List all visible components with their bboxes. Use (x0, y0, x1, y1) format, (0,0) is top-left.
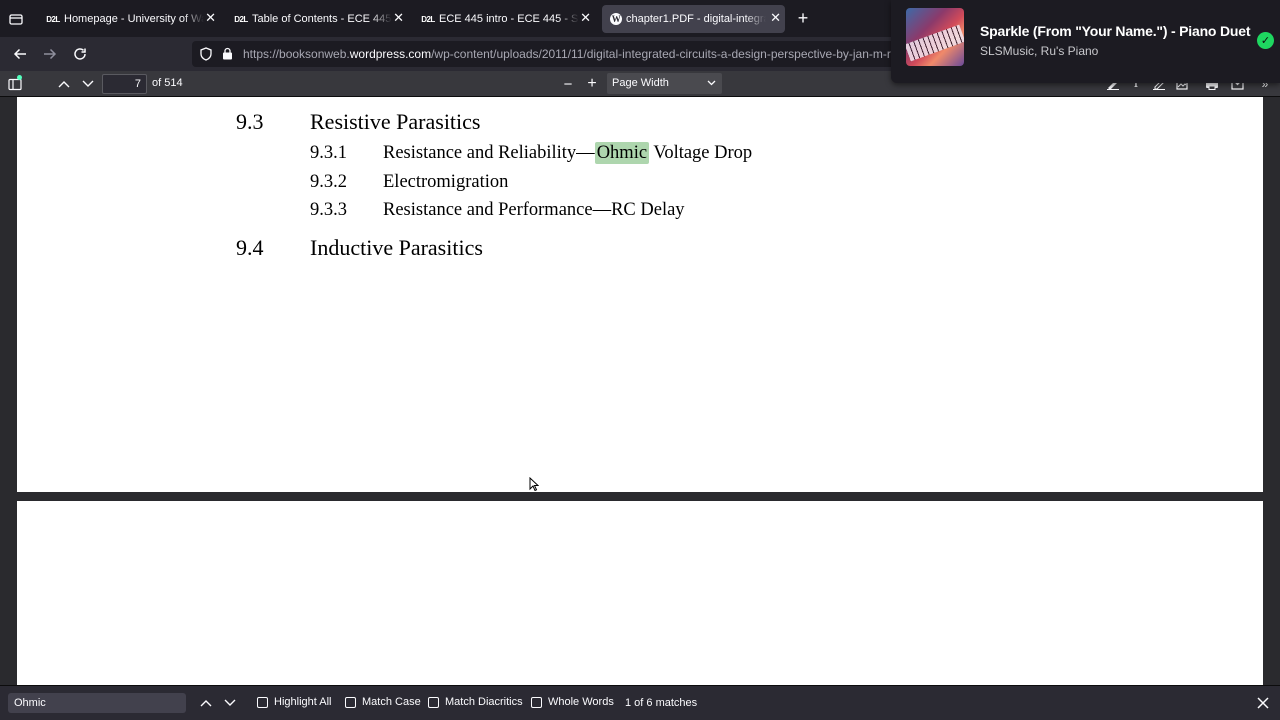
checkbox-box (428, 696, 439, 708)
checkbox-label: Highlight All (274, 696, 332, 708)
close-find-bar-icon[interactable] (1253, 693, 1273, 713)
address-bar[interactable]: https://booksonweb.wordpress.com/wp-cont… (192, 41, 912, 67)
url-host: wordpress.com (349, 47, 432, 61)
find-next-icon[interactable] (220, 693, 240, 713)
toc-title-before: Resistance and Reliability— (383, 143, 595, 163)
song-title: Sparkle (From "Your Name.") - Piano Duet (980, 23, 1251, 39)
close-tab-icon[interactable]: ✕ (205, 11, 216, 25)
toc-subsection-number: 9.3.1 (310, 143, 347, 163)
url-text[interactable]: https://booksonweb.wordpress.com/wp-cont… (243, 47, 903, 61)
next-page-icon[interactable] (78, 74, 98, 94)
tab-ece445-intro[interactable]: D2L ECE 445 intro - ECE 445 - Spring ✕ (413, 5, 595, 33)
forward-arrow-icon[interactable] (40, 44, 60, 64)
page-count: of 514 (152, 77, 183, 89)
zoom-select[interactable]: Page Width (607, 73, 722, 94)
pdf-page-7: 9.3 Resistive Parasitics 9.3.1 Resistanc… (17, 97, 1263, 492)
toc-subsection-title: Resistance and Performance—RC Delay (383, 200, 685, 220)
chevron-down-icon (707, 73, 716, 94)
back-arrow-icon[interactable] (10, 44, 30, 64)
tab-title: Table of Contents - ECE 445 - Spring (252, 13, 392, 25)
tab-title: ECE 445 intro - ECE 445 - Spring (439, 13, 579, 25)
album-art (906, 8, 964, 66)
checkbox-label: Match Diacritics (445, 696, 523, 708)
d2l-favicon-icon: D2L (234, 14, 248, 24)
close-tab-icon[interactable]: ✕ (580, 11, 591, 25)
d2l-favicon-icon: D2L (46, 14, 60, 24)
tab-list-icon[interactable] (6, 9, 26, 29)
notification-dot-icon (17, 75, 22, 80)
tracking-shield-icon[interactable] (200, 47, 212, 66)
find-previous-icon[interactable] (196, 693, 216, 713)
zoom-in-icon[interactable]: + (582, 74, 602, 94)
song-artist: SLSMusic, Ru's Piano (980, 44, 1099, 58)
checkbox-label: Whole Words (548, 696, 614, 708)
sidebar-toggle-icon[interactable] (5, 74, 25, 94)
tab-table-of-contents[interactable]: D2L Table of Contents - ECE 445 - Spring… (226, 5, 408, 33)
previous-page-icon[interactable] (54, 74, 74, 94)
checkbox-box (531, 696, 542, 708)
close-tab-icon[interactable]: ✕ (393, 11, 404, 25)
zoom-value: Page Width (612, 77, 669, 89)
new-tab-icon[interactable]: + (793, 8, 813, 28)
toc-section-title: Resistive Parasitics (310, 109, 481, 134)
check-icon: ✓ (1257, 32, 1274, 49)
find-input[interactable]: Ohmic (8, 693, 186, 713)
url-path: /wp-content/uploads/2011/11/digital-inte… (431, 47, 903, 61)
toc-title-after: Voltage Drop (649, 143, 753, 163)
close-tab-icon[interactable]: ✕ (770, 11, 781, 25)
tab-title: Homepage - University of Waterloo (64, 13, 204, 25)
toc-section-number: 9.4 (236, 235, 264, 260)
toc-subsection-number: 9.3.3 (310, 200, 347, 220)
search-highlight: Ohmic (594, 142, 650, 164)
tab-chapter1-pdf[interactable]: W chapter1.PDF - digital-integrated ✕ (602, 5, 785, 33)
whole-words-checkbox[interactable]: Whole Words (531, 696, 614, 708)
zoom-out-icon[interactable]: − (558, 74, 578, 94)
toc-section-number: 9.3 (236, 109, 264, 134)
pdf-page-8 (17, 501, 1263, 685)
mouse-cursor-icon (529, 476, 540, 492)
match-diacritics-checkbox[interactable]: Match Diacritics (428, 696, 523, 708)
pdf-viewer[interactable]: 9.3 Resistive Parasitics 9.3.1 Resistanc… (0, 97, 1280, 685)
highlight-all-checkbox[interactable]: Highlight All (257, 696, 331, 708)
match-case-checkbox[interactable]: Match Case (345, 696, 421, 708)
checkbox-box (345, 696, 356, 708)
lock-icon[interactable] (222, 47, 233, 65)
toc-subsection-title: Resistance and Reliability— Ohmic Voltage… (383, 142, 753, 164)
checkbox-label: Match Case (362, 696, 421, 708)
page-number-input[interactable]: 7 (102, 74, 147, 94)
toc-section-title: Inductive Parasitics (310, 235, 483, 260)
now-playing-notification[interactable]: Sparkle (From "Your Name.") - Piano Duet… (891, 0, 1280, 83)
toc-subsection-title: Electromigration (383, 172, 509, 192)
piano-keys-image (906, 24, 964, 62)
match-status: 1 of 6 matches (625, 697, 698, 709)
tab-title: chapter1.PDF - digital-integrated (626, 13, 766, 25)
reload-icon[interactable] (70, 44, 90, 64)
checkbox-box (257, 696, 268, 708)
tab-homepage[interactable]: D2L Homepage - University of Waterloo ✕ (38, 5, 220, 33)
wordpress-favicon-icon: W (610, 13, 622, 25)
url-prefix: https://booksonweb. (243, 47, 350, 61)
d2l-favicon-icon: D2L (421, 14, 435, 24)
toc-subsection-number: 9.3.2 (310, 172, 347, 192)
find-bar: Ohmic Highlight All Match Case Match Dia… (0, 685, 1280, 720)
